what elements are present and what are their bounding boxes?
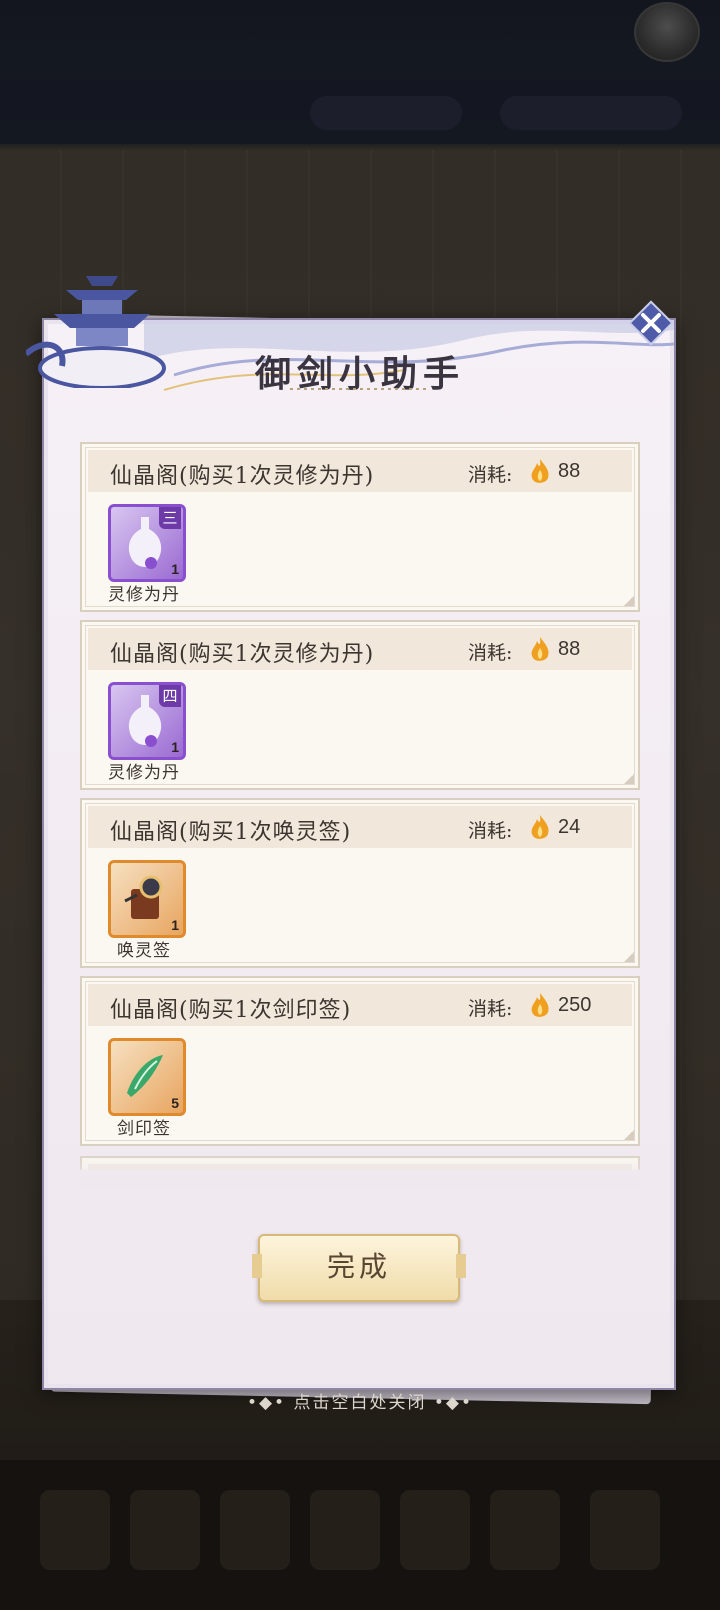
item-name: 剑印签	[117, 1119, 171, 1139]
flame-icon	[531, 815, 549, 839]
task-title: 仙晶阁(购买1次唤灵签)	[110, 820, 352, 845]
cost-value: 88	[558, 460, 581, 482]
summon-lot-icon	[124, 875, 163, 919]
flame-icon	[531, 993, 549, 1017]
item-count: 1	[171, 561, 179, 577]
task-card: 仙晶阁(购买1次唤灵签) 消耗: 24 1 唤灵签	[80, 798, 640, 968]
task-card: 仙晶阁(购买1次灵修为丹) 消耗: 88 三 1 灵修为丹	[80, 442, 640, 612]
item-grade: 四	[159, 685, 181, 707]
done-button[interactable]: 完成	[252, 1234, 466, 1302]
item-count: 5	[171, 1095, 179, 1111]
task-card-header: 仙晶阁(购买1次剑印签) 消耗: 250	[88, 984, 632, 1026]
reward-item[interactable]: 四 1	[108, 682, 186, 760]
task-list[interactable]: 仙晶阁(购买1次灵修为丹) 消耗: 88 三 1 灵修为丹 仙晶阁(购买1次灵修…	[80, 442, 640, 1170]
task-card-header: 仙晶阁(购买1次灵修为丹) 消耗: 88	[88, 628, 632, 670]
task-title: 仙晶阁(购买1次灵修为丹)	[110, 642, 375, 667]
close-icon[interactable]	[628, 300, 674, 346]
dismiss-hint: •◆• 点击空白处关闭 •◆•	[246, 1393, 474, 1413]
item-count: 1	[171, 739, 179, 755]
item-grade: 三	[159, 507, 181, 529]
item-name: 唤灵签	[117, 941, 171, 961]
cost-label: 消耗:	[468, 998, 513, 1020]
flame-icon	[531, 637, 549, 661]
item-name: 灵修为丹	[108, 763, 180, 783]
task-card-header: 仙晶阁(购买1次灵修为丹) 消耗: 88	[88, 450, 632, 492]
list-fade	[80, 1150, 640, 1190]
cost-value: 88	[558, 638, 581, 660]
cost-label: 消耗:	[468, 464, 513, 486]
item-count: 1	[171, 917, 179, 933]
task-card: 仙晶阁(购买1次灵修为丹) 消耗: 88 四 1 灵修为丹	[80, 620, 640, 790]
cost-value: 24	[558, 816, 581, 838]
cost-label: 消耗:	[468, 642, 513, 664]
card-corner	[624, 952, 634, 962]
cost-label: 消耗:	[468, 820, 513, 842]
card-corner	[624, 596, 634, 606]
sword-seal-lot-icon	[127, 1055, 163, 1097]
card-corner	[624, 1130, 634, 1140]
reward-item[interactable]: 5	[108, 1038, 186, 1116]
flame-icon	[531, 459, 549, 483]
item-name: 灵修为丹	[108, 585, 180, 605]
title-ornament	[290, 388, 430, 390]
task-title: 仙晶阁(购买1次剑印签)	[110, 998, 352, 1023]
card-corner	[624, 774, 634, 784]
reward-item[interactable]: 1	[108, 860, 186, 938]
task-card-header: 仙晶阁(购买1次唤灵签) 消耗: 24	[88, 806, 632, 848]
task-card: 仙晶阁(购买1次剑印签) 消耗: 250 5 剑印签	[80, 976, 640, 1146]
task-title: 仙晶阁(购买1次灵修为丹)	[110, 464, 375, 489]
reward-item[interactable]: 三 1	[108, 504, 186, 582]
cost-value: 250	[558, 994, 592, 1016]
